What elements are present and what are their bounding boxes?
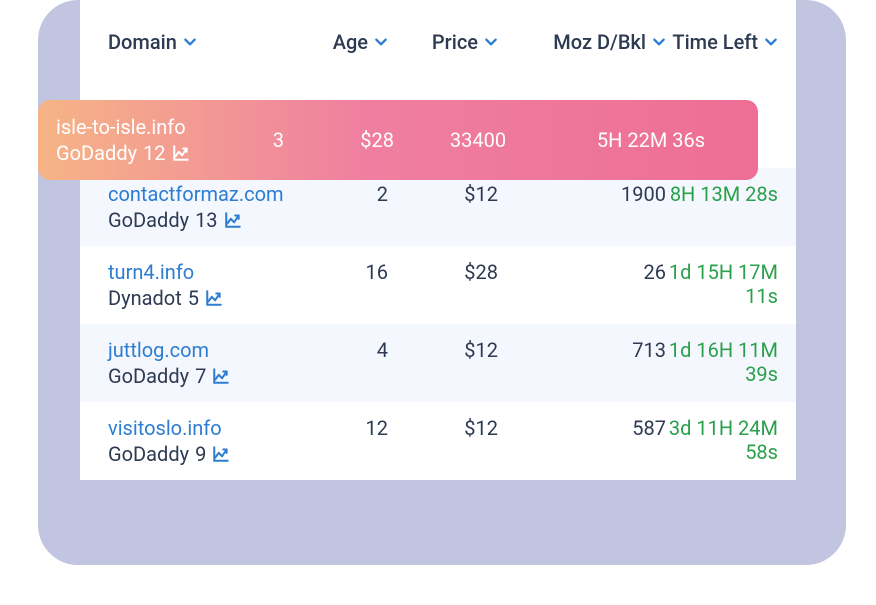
domain-table: Domain Age Price Moz D/Bkl Time Left [80, 0, 796, 480]
domain-cell: contactformaz.comGoDaddy13 [108, 182, 290, 232]
table-row[interactable]: juttlog.comGoDaddy74$127131d 16H 11M 39s [80, 324, 796, 402]
registrar-score: 5 [188, 286, 199, 310]
time-cell: 8H 13M 28s [666, 182, 778, 206]
header-domain[interactable]: Domain [108, 30, 290, 54]
registrar-score: 7 [195, 364, 206, 388]
domain-link[interactable]: turn4.info [108, 260, 194, 284]
header-moz[interactable]: Moz D/Bkl [498, 30, 666, 54]
moz-cell: 587 [498, 416, 666, 440]
age-cell: 3 [226, 128, 284, 152]
registrar-name: GoDaddy [108, 208, 189, 232]
chart-icon[interactable] [224, 211, 242, 229]
registrar-name: GoDaddy [108, 364, 189, 388]
chevron-down-icon [484, 35, 498, 49]
age-cell: 12 [290, 416, 388, 440]
header-price[interactable]: Price [388, 30, 498, 54]
table-header: Domain Age Price Moz D/Bkl Time Left [80, 0, 796, 82]
registrar-line: Dynadot5 [108, 286, 290, 310]
price-cell: $28 [388, 260, 498, 284]
registrar-line: GoDaddy9 [108, 442, 290, 466]
domain-link[interactable]: visitoslo.info [108, 416, 222, 440]
moz-cell: 26 [498, 260, 666, 284]
domain-link[interactable]: juttlog.com [108, 338, 209, 362]
registrar-name: Dynadot [108, 286, 182, 310]
registrar-score: 13 [195, 208, 217, 232]
moz-cell: 33400 [394, 128, 562, 152]
time-cell: 1d 16H 11M 39s [666, 338, 778, 386]
highlighted-row[interactable]: isle-to-isle.info GoDaddy 12 3 $28 33400… [38, 100, 758, 180]
chevron-down-icon [652, 35, 666, 49]
chevron-down-icon [374, 35, 388, 49]
header-age[interactable]: Age [290, 30, 388, 54]
registrar-line: GoDaddy7 [108, 364, 290, 388]
moz-cell: 713 [498, 338, 666, 362]
domain-cell: turn4.infoDynadot5 [108, 260, 290, 310]
time-cell: 1d 15H 17M 11s [666, 260, 778, 308]
moz-cell: 1900 [498, 182, 666, 206]
registrar-name: GoDaddy [108, 442, 189, 466]
domain-cell: visitoslo.infoGoDaddy9 [108, 416, 290, 466]
header-time-label: Time Left [672, 30, 758, 54]
header-price-label: Price [432, 30, 478, 54]
registrar-score: 9 [195, 442, 206, 466]
registrar-score: 12 [143, 141, 165, 165]
time-cell: 3d 11H 24M 58s [666, 416, 778, 464]
price-cell: $12 [388, 182, 498, 206]
domain-link[interactable]: isle-to-isle.info [56, 115, 226, 139]
chart-icon[interactable] [205, 289, 223, 307]
price-cell: $28 [284, 128, 394, 152]
chart-icon[interactable] [212, 445, 230, 463]
age-cell: 4 [290, 338, 388, 362]
domain-link[interactable]: contactformaz.com [108, 182, 284, 206]
registrar-name: GoDaddy [56, 141, 137, 165]
header-age-label: Age [333, 30, 368, 54]
price-cell: $12 [388, 338, 498, 362]
chevron-down-icon [764, 35, 778, 49]
age-cell: 16 [290, 260, 388, 284]
table-row[interactable]: visitoslo.infoGoDaddy912$125873d 11H 24M… [80, 402, 796, 480]
domain-cell: isle-to-isle.info GoDaddy 12 [56, 115, 226, 165]
table-row[interactable]: turn4.infoDynadot516$28261d 15H 17M 11s [80, 246, 796, 324]
header-domain-label: Domain [108, 30, 177, 54]
chart-icon[interactable] [212, 367, 230, 385]
registrar-line: GoDaddy 12 [56, 141, 226, 165]
registrar-line: GoDaddy13 [108, 208, 290, 232]
age-cell: 2 [290, 182, 388, 206]
header-time[interactable]: Time Left [666, 30, 778, 54]
time-cell: 5H 22M 36s [562, 128, 740, 152]
chevron-down-icon [183, 35, 197, 49]
domain-cell: juttlog.comGoDaddy7 [108, 338, 290, 388]
chart-icon[interactable] [172, 144, 190, 162]
price-cell: $12 [388, 416, 498, 440]
header-moz-label: Moz D/Bkl [553, 30, 646, 54]
